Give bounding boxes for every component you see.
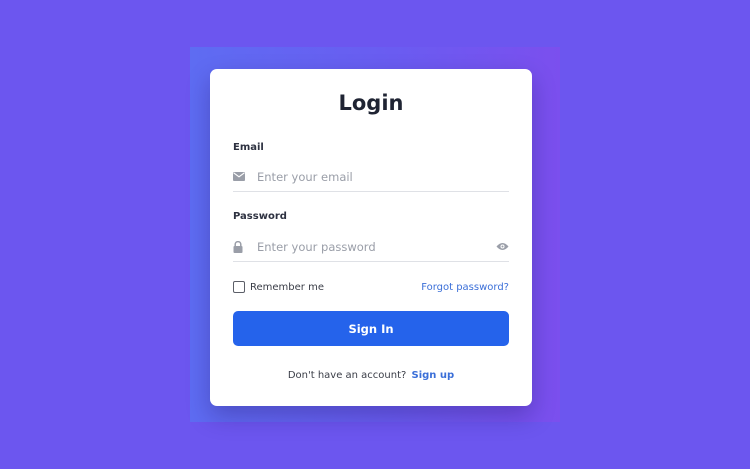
sign-in-button[interactable]: Sign In xyxy=(233,311,509,346)
password-input[interactable] xyxy=(257,239,493,254)
email-row xyxy=(233,162,509,192)
lock-icon xyxy=(233,240,257,253)
email-input[interactable] xyxy=(257,169,509,184)
eye-icon[interactable] xyxy=(493,242,509,251)
remember-checkbox[interactable] xyxy=(233,281,245,293)
remember-label: Remember me xyxy=(250,281,324,293)
page-title: Login xyxy=(338,91,404,115)
email-label: Email xyxy=(233,142,264,153)
signup-prompt: Don't have an account? Sign up xyxy=(210,370,532,381)
envelope-icon xyxy=(233,172,257,181)
login-card: Login Email Password xyxy=(210,69,532,406)
signup-prompt-text: Don't have an account? xyxy=(287,370,407,381)
password-row xyxy=(233,232,509,262)
sign-up-link[interactable]: Sign up xyxy=(412,370,455,381)
forgot-password-link[interactable]: Forgot password? xyxy=(421,282,509,293)
options-row: Remember me Forgot password? xyxy=(233,279,509,295)
remember-me[interactable]: Remember me xyxy=(233,281,324,293)
password-label: Password xyxy=(233,211,287,222)
